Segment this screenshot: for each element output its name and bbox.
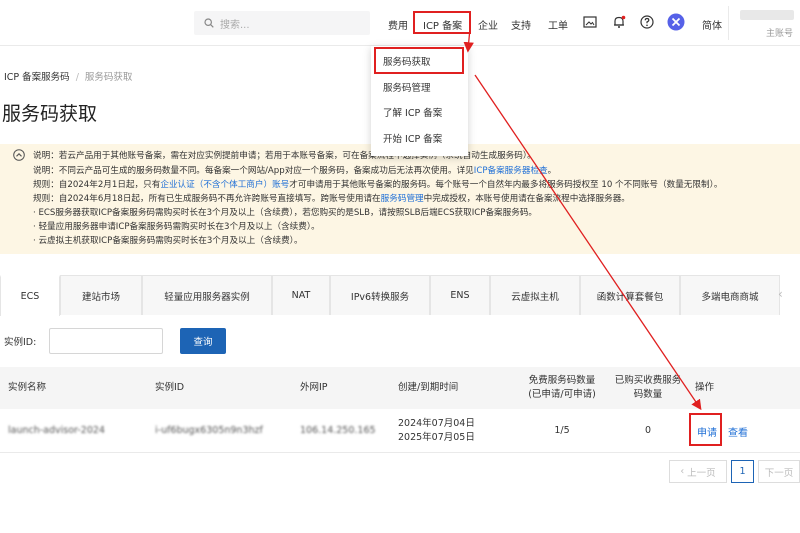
notice-line-2: 说明：不同云产品可生成的服务码数量不同。每备案一个网站/App对应一个服务码，备… — [33, 166, 557, 176]
th-id: 实例ID — [155, 382, 185, 393]
page-title: 服务码获取 — [2, 103, 98, 125]
search-box[interactable]: 搜索... — [194, 11, 370, 35]
nav-enterprise[interactable]: 企业 — [478, 17, 498, 32]
th-name: 实例名称 — [8, 382, 47, 393]
cell-instance-id: i-uf6bugx6305n9n3hzf — [155, 425, 263, 436]
apply-highlight-box — [689, 413, 722, 446]
tab-nat[interactable]: NAT — [272, 275, 330, 315]
breadcrumb-root[interactable]: ICP 备案服务码 — [4, 72, 70, 83]
close-circle-icon[interactable] — [667, 13, 685, 31]
instance-id-input[interactable] — [49, 328, 163, 354]
user-name[interactable] — [740, 10, 794, 20]
cell-free-count: 1/5 — [554, 425, 570, 436]
nav-ticket[interactable]: 工单 — [548, 17, 568, 32]
cell-paid-count: 0 — [644, 425, 652, 436]
link-code-manage[interactable]: 服务码管理 — [381, 194, 424, 204]
instance-id-label: 实例ID: — [4, 337, 37, 348]
th-paid: 已购买收费服务 码数量 — [614, 375, 682, 400]
breadcrumb: ICP 备案服务码 / 服务码获取 — [4, 69, 132, 83]
top-header: 搜索... 费用 ICP 备案 企业 支持 工单 简体 主账号 — [0, 0, 800, 46]
notice-line-5: · ECS服务器获取ICP备案服务码需购买时长在3个月及以上（含续费），若您购买… — [33, 208, 538, 218]
search-placeholder: 搜索... — [220, 19, 250, 31]
breadcrumb-current: 服务码获取 — [84, 72, 133, 83]
tab-site-market[interactable]: 建站市场 — [60, 275, 142, 315]
search-icon — [204, 18, 214, 28]
view-button[interactable]: 查看 — [728, 424, 748, 439]
th-ip: 外网IP — [300, 382, 328, 393]
cell-instance-name[interactable]: launch-advisor-2024 — [8, 424, 105, 438]
tab-lightweight-server[interactable]: 轻量应用服务器实例 — [142, 275, 272, 315]
link-enterprise-auth[interactable]: 企业认证（不含个体工商户）账号 — [160, 180, 289, 190]
notice-line-4: 规则：自2024年6月18日起，所有已生成服务码不再允许跨账号直接填写。跨账号使… — [33, 194, 630, 204]
tab-ens[interactable]: ENS — [430, 275, 490, 315]
tab-virtual-host[interactable]: 云虚拟主机 — [490, 275, 580, 315]
nav-support[interactable]: 支持 — [511, 17, 531, 32]
menu-item-about-icp[interactable]: 了解 ICP 备案 — [383, 105, 442, 119]
image-icon[interactable] — [582, 14, 598, 30]
help-icon[interactable] — [639, 14, 655, 30]
tab-scroll-left-icon[interactable]: ‹ — [778, 287, 783, 301]
user-separator — [728, 6, 729, 40]
tab-ecs[interactable]: ECS — [0, 275, 60, 316]
icp-highlight-box — [413, 11, 471, 34]
link-server-check[interactable]: ICP备案服务器检查 — [474, 166, 548, 176]
breadcrumb-sep: / — [75, 72, 79, 83]
tab-function-compute[interactable]: 函数计算套餐包 — [580, 275, 680, 315]
notice-line-3: 规则：自2024年2月1日起，只有企业认证（不含个体工商户）账号才可申请用于其他… — [33, 180, 723, 190]
th-time: 创建/到期时间 — [398, 382, 459, 393]
notice-line-6: · 轻量应用服务器申请ICP备案服务码需购买时长在3个月及以上（含续费）。 — [33, 222, 320, 232]
collapse-icon[interactable] — [13, 149, 25, 161]
th-free: 免费服务码数量 (已申请/可申请) — [528, 375, 596, 400]
next-page-button[interactable]: 下一页 — [758, 460, 800, 483]
bell-icon[interactable] — [611, 14, 627, 30]
table-row: launch-advisor-2024 i-uf6bugx6305n9n3hzf… — [0, 409, 800, 453]
menu-item-manage-code[interactable]: 服务码管理 — [383, 80, 431, 94]
table-header: 实例名称 实例ID 外网IP 创建/到期时间 免费服务码数量 (已申请/可申请) … — [0, 367, 800, 409]
language-switch[interactable]: 简体 — [702, 17, 722, 32]
menu-highlight-box — [374, 47, 464, 74]
nav-billing[interactable]: 费用 — [388, 17, 408, 32]
product-tabs: ECS 建站市场 轻量应用服务器实例 NAT IPv6转换服务 ENS 云虚拟主… — [0, 275, 780, 316]
menu-item-start-icp[interactable]: 开始 ICP 备案 — [383, 131, 442, 145]
prev-page-button[interactable]: ‹ 上一页 — [669, 460, 727, 483]
query-button[interactable]: 查询 — [180, 328, 226, 354]
tab-ipv6[interactable]: IPv6转换服务 — [330, 275, 430, 315]
cell-time: 2024年07月04日 2025年07月05日 — [398, 418, 475, 443]
cell-public-ip: 106.14.250.165 — [300, 425, 376, 436]
th-operation: 操作 — [695, 382, 715, 393]
tab-ecommerce[interactable]: 多端电商商城 — [680, 275, 780, 315]
page-number-button[interactable]: 1 — [731, 460, 754, 483]
notice-line-7: · 云虚拟主机获取ICP备案服务码需购买时长在3个月及以上（含续费）。 — [33, 236, 303, 246]
user-role: 主账号 — [766, 29, 794, 39]
